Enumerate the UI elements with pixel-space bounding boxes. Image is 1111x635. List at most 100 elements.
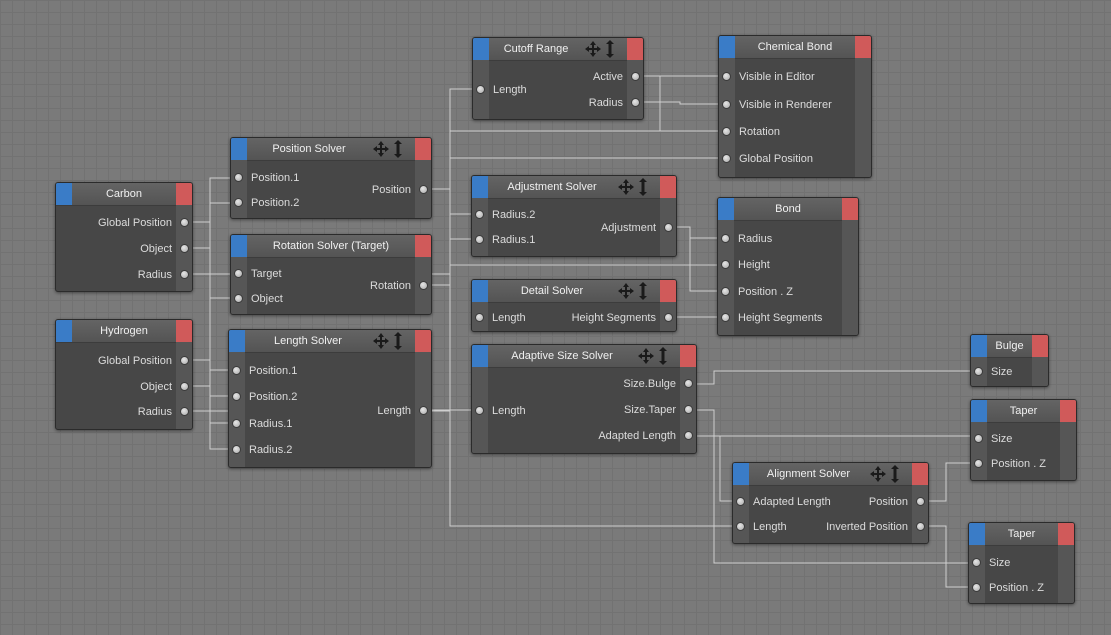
node-rotation-solver[interactable]: Rotation Solver (Target) Target Object R… <box>230 234 432 315</box>
connection-wire[interactable] <box>923 462 976 502</box>
port-dot-icon[interactable] <box>234 294 243 303</box>
input-port-tab-icon[interactable] <box>231 138 247 160</box>
output-port-active[interactable]: Active <box>553 67 643 87</box>
port-dot-icon[interactable] <box>684 405 693 414</box>
output-port-tab-icon[interactable] <box>1060 400 1076 422</box>
port-dot-icon[interactable] <box>722 127 731 136</box>
port-dot-icon[interactable] <box>722 72 731 81</box>
port-dot-icon[interactable] <box>684 379 693 388</box>
input-port-length[interactable]: Length <box>472 308 552 328</box>
port-dot-icon[interactable] <box>721 234 730 243</box>
node-adjustment-solver[interactable]: Adjustment Solver Radius.2 Radius.1 Adju… <box>471 175 677 257</box>
input-port-length[interactable]: Length <box>472 401 552 421</box>
node-carbon[interactable]: Carbon Global Position Object Radius <box>55 182 193 292</box>
connection-wire[interactable] <box>691 435 738 502</box>
port-dot-icon[interactable] <box>974 459 983 468</box>
connection-wire[interactable] <box>639 75 724 132</box>
output-port-tab-icon[interactable] <box>1058 523 1074 545</box>
input-port-global-position[interactable]: Global Position <box>719 149 849 169</box>
port-dot-icon[interactable] <box>631 72 640 81</box>
output-port-tab-icon[interactable] <box>855 36 871 58</box>
input-port-tab-icon[interactable] <box>971 335 987 357</box>
input-port-visible-in-renderer[interactable]: Visible in Renderer <box>719 95 849 115</box>
port-dot-icon[interactable] <box>180 270 189 279</box>
port-dot-icon[interactable] <box>475 235 484 244</box>
port-dot-icon[interactable] <box>234 173 243 182</box>
output-port-tab-icon[interactable] <box>680 345 696 367</box>
node-hydrogen[interactable]: Hydrogen Global Position Object Radius <box>55 319 193 430</box>
port-dot-icon[interactable] <box>736 497 745 506</box>
input-port-tab-icon[interactable] <box>718 198 734 220</box>
output-port-radius[interactable]: Radius <box>553 93 643 113</box>
input-port-rotation[interactable]: Rotation <box>719 122 849 142</box>
port-dot-icon[interactable] <box>419 281 428 290</box>
output-port-inverted-position[interactable]: Inverted Position <box>818 517 928 537</box>
input-port-radius[interactable]: Radius <box>718 229 838 249</box>
connection-wire[interactable] <box>672 226 723 292</box>
port-dot-icon[interactable] <box>721 313 730 322</box>
connection-wire[interactable] <box>923 525 974 588</box>
input-port-tab-icon[interactable] <box>231 235 247 257</box>
input-port-size[interactable]: Size <box>971 429 1061 449</box>
port-dot-icon[interactable] <box>722 154 731 163</box>
node-alignment-solver[interactable]: Alignment Solver Adapted Length Length P… <box>732 462 929 544</box>
input-port-tab-icon[interactable] <box>971 400 987 422</box>
port-dot-icon[interactable] <box>972 583 981 592</box>
port-dot-icon[interactable] <box>721 287 730 296</box>
port-dot-icon[interactable] <box>232 392 241 401</box>
port-dot-icon[interactable] <box>180 244 189 253</box>
input-port-tab-icon[interactable] <box>472 176 488 198</box>
input-port-size[interactable]: Size <box>969 553 1059 573</box>
output-port-global-position[interactable]: Global Position <box>56 351 192 371</box>
output-port-tab-icon[interactable] <box>842 198 858 220</box>
node-taper[interactable]: Taper Size Position . Z <box>970 399 1077 481</box>
output-port-tab-icon[interactable] <box>176 183 192 205</box>
move-arrows-icon[interactable] <box>614 176 660 198</box>
port-dot-icon[interactable] <box>916 522 925 531</box>
output-port-tab-icon[interactable] <box>176 320 192 342</box>
move-arrows-icon[interactable] <box>581 38 627 60</box>
connection-wire[interactable] <box>188 177 236 223</box>
port-dot-icon[interactable] <box>631 98 640 107</box>
input-port-height-segments[interactable]: Height Segments <box>718 308 838 328</box>
output-port-tab-icon[interactable] <box>415 138 431 160</box>
node-length-solver[interactable]: Length Solver Position.1 Position.2 Radi… <box>228 329 432 468</box>
input-port-tab-icon[interactable] <box>56 183 72 205</box>
input-port-tab-icon[interactable] <box>733 463 749 485</box>
input-port-radius-2[interactable]: Radius.2 <box>472 205 562 225</box>
port-dot-icon[interactable] <box>234 198 243 207</box>
input-port-object[interactable]: Object <box>231 289 331 309</box>
port-dot-icon[interactable] <box>232 419 241 428</box>
output-port-tab-icon[interactable] <box>627 38 643 60</box>
port-dot-icon[interactable] <box>916 497 925 506</box>
input-port-tab-icon[interactable] <box>229 330 245 352</box>
input-port-radius-1[interactable]: Radius.1 <box>472 230 562 250</box>
port-dot-icon[interactable] <box>736 522 745 531</box>
output-port-position[interactable]: Position <box>828 492 928 512</box>
node-adaptive-size-solver[interactable]: Adaptive Size Solver Length Size.Bulge S… <box>471 344 697 454</box>
input-port-position-z[interactable]: Position . Z <box>718 282 838 302</box>
output-port-position[interactable]: Position <box>331 180 431 200</box>
connection-wire[interactable] <box>188 247 236 299</box>
output-port-adjustment[interactable]: Adjustment <box>566 218 676 238</box>
move-arrows-icon[interactable] <box>866 463 912 485</box>
connection-wire[interactable] <box>672 226 723 239</box>
port-dot-icon[interactable] <box>180 382 189 391</box>
output-port-size-taper[interactable]: Size.Taper <box>576 400 696 420</box>
input-port-tab-icon[interactable] <box>56 320 72 342</box>
port-dot-icon[interactable] <box>180 356 189 365</box>
node-bond[interactable]: Bond Radius Height Position . Z Height S… <box>717 197 859 336</box>
node-cutoff-range[interactable]: Cutoff Range Length Active Radius <box>472 37 644 120</box>
port-dot-icon[interactable] <box>475 313 484 322</box>
output-port-tab-icon[interactable] <box>415 235 431 257</box>
input-port-visible-in-editor[interactable]: Visible in Editor <box>719 67 849 87</box>
input-port-height[interactable]: Height <box>718 255 838 275</box>
output-port-object[interactable]: Object <box>56 377 192 397</box>
output-port-length[interactable]: Length <box>331 401 431 421</box>
port-dot-icon[interactable] <box>664 313 673 322</box>
move-arrows-icon[interactable] <box>634 345 680 367</box>
port-dot-icon[interactable] <box>232 366 241 375</box>
output-port-tab-icon[interactable] <box>415 330 431 352</box>
output-port-tab-icon[interactable] <box>660 280 676 302</box>
node-taper[interactable]: Taper Size Position . Z <box>968 522 1075 604</box>
